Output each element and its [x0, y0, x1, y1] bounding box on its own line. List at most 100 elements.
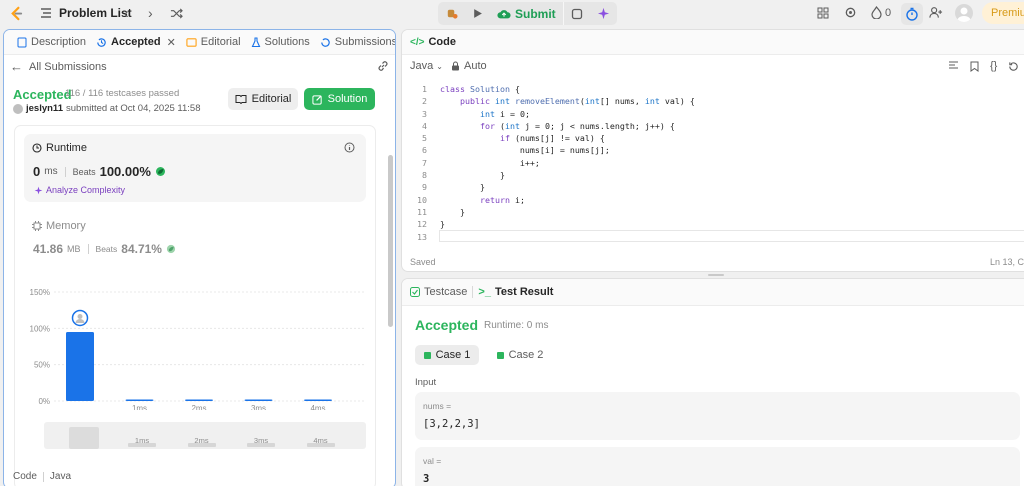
code-line[interactable]: 2 public int removeElement(int[] nums, i… [407, 95, 1024, 107]
editor-toolbar: {} [948, 60, 1019, 72]
close-tab-icon[interactable]: ✕ [167, 36, 176, 49]
flame-icon [871, 6, 882, 19]
chart-bar [125, 399, 154, 401]
add-user-icon[interactable] [929, 6, 943, 19]
settings-icon[interactable] [844, 6, 857, 19]
code-line[interactable]: 4 for (int j = 0; j < nums.length; j++) … [407, 120, 1024, 132]
link-icon[interactable] [377, 60, 389, 72]
x-tick-label: 1ms [132, 404, 147, 410]
nums-input-box[interactable]: nums = [3,2,2,3] [415, 392, 1020, 440]
layout-icon[interactable] [817, 7, 829, 19]
format-align-icon[interactable] [948, 61, 959, 71]
avatar[interactable] [955, 4, 973, 22]
divider [42, 471, 44, 482]
tab-accepted[interactable]: Accepted ✕ [91, 30, 181, 55]
memory-value: 41.86 [33, 242, 64, 256]
premium-button[interactable]: Premium [982, 2, 1024, 24]
language-select[interactable]: Java ⌄ [410, 60, 443, 72]
tab-test-result-label: Test Result [494, 286, 554, 298]
timer-icon [906, 7, 918, 21]
reset-icon[interactable] [1008, 61, 1019, 72]
code-line[interactable]: 9 } [407, 181, 1024, 193]
code-line[interactable]: 11 } [407, 206, 1024, 218]
code-line[interactable]: 7 i++; [407, 157, 1024, 169]
code-editor[interactable]: 1 class Solution {2 public int removeElem… [407, 83, 1024, 243]
tab-testcase-label: Testcase [424, 286, 468, 298]
code-text: class Solution { [440, 84, 520, 94]
val-input-box[interactable]: val = 3 [415, 447, 1020, 486]
edit-icon [312, 94, 322, 105]
x-tick-label: 3ms [251, 404, 266, 410]
code-line[interactable]: 10 return i; [407, 194, 1024, 206]
lock-icon [452, 61, 459, 71]
arrow-left-icon: ← [10, 59, 23, 74]
tab-solutions[interactable]: Solutions [246, 30, 315, 55]
submit-button[interactable]: Submit [490, 2, 563, 25]
runtime-title: Runtime [46, 142, 87, 154]
editorial-button[interactable]: Editorial [228, 88, 298, 110]
debug-button[interactable] [438, 2, 465, 25]
memory-section[interactable]: Memory 41.86 MB Beats 84.71% [32, 220, 362, 260]
run-toolbar: Submit [438, 2, 617, 25]
next-problem-icon[interactable]: › [148, 5, 153, 21]
back-to-submissions-link[interactable]: ← All Submissions [10, 59, 107, 74]
scrollbar[interactable] [388, 155, 393, 327]
panel-resize-handle[interactable] [708, 274, 724, 276]
solution-button[interactable]: Solution [304, 88, 375, 110]
code-text: i++; [440, 157, 540, 168]
code-brackets-icon: </> [410, 36, 425, 48]
flask-icon [251, 36, 260, 47]
tab-code[interactable]: </> Code [410, 30, 461, 55]
case-1-label: Case 1 [435, 349, 471, 361]
terminal-icon: >_ [478, 286, 491, 298]
bookmark-icon[interactable] [970, 61, 979, 72]
runtime-card[interactable]: Runtime 0 ms Beats 100.00% Analyze Compl… [24, 134, 366, 202]
username-link[interactable]: jeslyn11 [26, 103, 63, 114]
code-line[interactable]: 5 if (nums[j] != val) { [407, 132, 1024, 144]
code-line[interactable]: 8 } [407, 169, 1024, 181]
braces-icon[interactable]: {} [990, 60, 997, 72]
chip-icon [32, 221, 42, 231]
tab-submissions[interactable]: Submissions [315, 30, 395, 55]
y-tick-label: 0% [38, 397, 50, 406]
note-icon [571, 8, 582, 19]
leetcode-logo[interactable] [9, 6, 24, 21]
user-avatar[interactable] [13, 103, 23, 114]
code-line[interactable]: 12} [407, 218, 1024, 230]
case-2-tab[interactable]: Case 2 [488, 345, 552, 365]
tab-testcase[interactable]: Testcase [410, 280, 472, 305]
ai-assist-button[interactable] [590, 2, 617, 25]
line-number: 2 [422, 96, 427, 107]
line-number: 5 [422, 133, 427, 144]
info-icon[interactable] [344, 142, 355, 153]
case-1-tab[interactable]: Case 1 [415, 345, 479, 365]
list-icon [41, 8, 51, 18]
streak-counter[interactable]: 0 [871, 6, 891, 19]
history-icon [97, 37, 106, 47]
range-slider[interactable]: 1ms 2ms 3ms 4ms [44, 422, 366, 449]
tab-test-result[interactable]: >_ Test Result [473, 280, 558, 305]
checkbox-icon [410, 287, 420, 297]
auto-mode[interactable]: Auto [451, 60, 487, 72]
code-line[interactable]: 6 nums[i] = nums[j]; [407, 144, 1024, 156]
nums-label: nums = [423, 401, 452, 411]
input-label: Input [415, 377, 437, 388]
save-status: Saved [410, 257, 436, 267]
tab-editorial[interactable]: Editorial [181, 30, 246, 55]
shuffle-icon[interactable] [170, 7, 183, 20]
problem-list-link[interactable]: Problem List [40, 6, 132, 20]
code-line[interactable]: 3 int i = 0; [407, 108, 1024, 120]
active-line [439, 230, 1024, 242]
mini-tick-label: 1ms [134, 436, 150, 445]
tab-accepted-label: Accepted [111, 36, 161, 48]
notes-button[interactable] [562, 2, 590, 25]
prev-problem-icon[interactable]: ‹ [124, 5, 129, 21]
analyze-complexity-link[interactable]: Analyze Complexity [34, 185, 125, 195]
editorial-label: Editorial [251, 93, 292, 105]
cloud-upload-icon [497, 9, 511, 18]
run-button[interactable] [465, 2, 490, 25]
tab-description[interactable]: Description [12, 30, 91, 55]
timer-button[interactable] [901, 3, 923, 25]
code-line[interactable]: 1 class Solution { [407, 83, 1024, 95]
mini-tick-label: 3ms [253, 436, 269, 445]
